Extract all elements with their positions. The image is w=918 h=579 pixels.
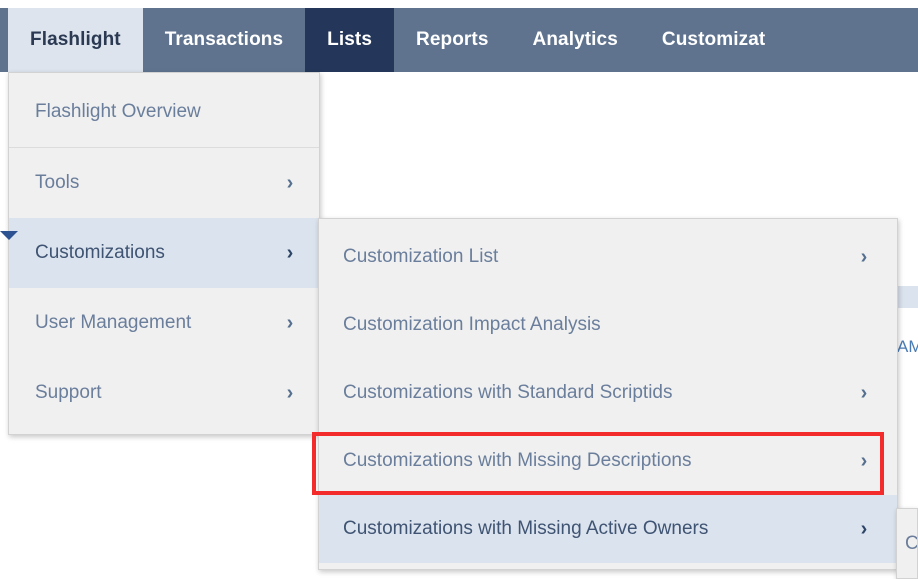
- menu-item-customizations-with-missing-descriptions[interactable]: Customizations with Missing Descriptions…: [319, 427, 897, 495]
- customizations-submenu: Customization List › Customization Impac…: [318, 218, 898, 570]
- menu-item-label: Customizations with Missing Active Owner…: [343, 518, 853, 540]
- menu-item-label: Support: [35, 382, 279, 404]
- chevron-right-icon: ›: [853, 247, 875, 267]
- chevron-right-icon: ›: [853, 519, 875, 539]
- main-menu-bar: Flashlight Transactions Lists Reports An…: [0, 8, 918, 72]
- menubar-item-label: Customizat: [662, 29, 765, 51]
- menu-item-label: Flashlight Overview: [35, 101, 279, 123]
- flashlight-dropdown-menu: Flashlight Overview Tools › Customizatio…: [8, 72, 320, 435]
- menubar-item-label: Analytics: [533, 29, 618, 51]
- missing-active-owners-submenu: C: [896, 508, 918, 579]
- caret-down-icon: [0, 231, 18, 240]
- menubar-item-label: Transactions: [165, 29, 283, 51]
- menubar-item-transactions[interactable]: Transactions: [143, 8, 305, 72]
- menu-item-flashlight-overview[interactable]: Flashlight Overview: [9, 77, 319, 147]
- menubar-item-analytics[interactable]: Analytics: [511, 8, 640, 72]
- menu-item-customizations-with-missing-active-owners[interactable]: Customizations with Missing Active Owner…: [319, 495, 897, 563]
- menubar-item-customization[interactable]: Customizat: [640, 8, 787, 72]
- menu-item-customizations[interactable]: Customizations ›: [9, 218, 319, 288]
- menu-item-customization-list[interactable]: Customization List ›: [319, 223, 897, 291]
- menubar-item-reports[interactable]: Reports: [394, 8, 511, 72]
- menu-item-label: User Management: [35, 312, 279, 334]
- menubar-item-label: Reports: [416, 29, 489, 51]
- menubar-item-label: Flashlight: [30, 29, 121, 51]
- chevron-right-icon: ›: [853, 383, 875, 403]
- menu-item-tools[interactable]: Tools ›: [9, 148, 319, 218]
- menu-item-label: Customization Impact Analysis: [343, 314, 853, 336]
- menu-item-customizations-with-standard-scriptids[interactable]: Customizations with Standard Scriptids ›: [319, 359, 897, 427]
- menu-item-label: C: [905, 533, 917, 555]
- menu-item-customization-impact-analysis[interactable]: Customization Impact Analysis: [319, 291, 897, 359]
- chevron-right-icon: ›: [279, 313, 301, 333]
- menu-item-user-management[interactable]: User Management ›: [9, 288, 319, 358]
- background-time-text: AM: [897, 337, 918, 357]
- chevron-right-icon: ›: [279, 243, 301, 263]
- chevron-right-icon: ›: [279, 173, 301, 193]
- menu-item-label: Customizations: [35, 242, 279, 264]
- menubar-item-label: Lists: [327, 29, 372, 51]
- chevron-right-icon: ›: [853, 451, 875, 471]
- menu-item-label: Customizations with Missing Descriptions: [343, 450, 853, 472]
- menubar-item-flashlight[interactable]: Flashlight: [8, 8, 143, 72]
- menubar-left-padding: [0, 8, 8, 72]
- menu-item-level3-first[interactable]: C: [897, 513, 917, 575]
- chevron-right-icon: ›: [279, 383, 301, 403]
- menu-item-label: Customization List: [343, 246, 853, 268]
- menu-item-label: Tools: [35, 172, 279, 194]
- menu-item-support[interactable]: Support ›: [9, 358, 319, 428]
- menubar-item-lists[interactable]: Lists: [305, 8, 394, 72]
- menu-item-label: Customizations with Standard Scriptids: [343, 382, 853, 404]
